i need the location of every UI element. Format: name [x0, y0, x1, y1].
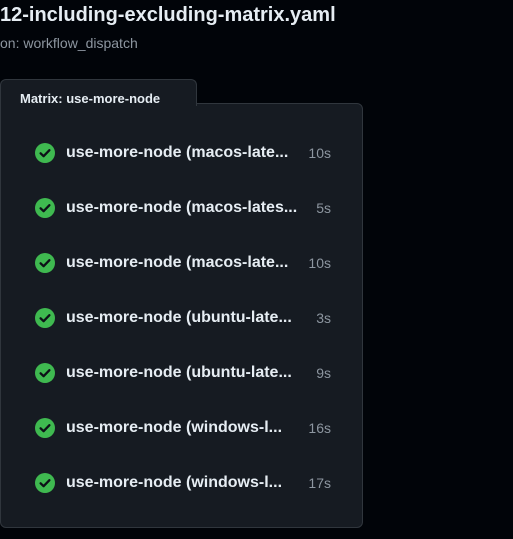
job-row[interactable]: use-more-node (windows-l... 17s [26, 464, 342, 502]
job-duration: 16s [308, 420, 331, 436]
job-row[interactable]: use-more-node (macos-late... 10s [26, 244, 342, 282]
job-name: use-more-node (ubuntu-late... [66, 309, 292, 326]
job-name: use-more-node (macos-late... [66, 254, 289, 271]
job-duration: 5s [316, 200, 331, 216]
job-duration: 17s [308, 475, 331, 491]
job-name: use-more-node (windows-l... [66, 474, 283, 491]
job-duration: 3s [316, 310, 331, 326]
check-circle-fill-icon [35, 363, 55, 383]
check-circle-fill-icon [35, 308, 55, 328]
job-duration: 10s [308, 255, 331, 271]
job-duration: 10s [308, 145, 331, 161]
job-row[interactable]: use-more-node (ubuntu-late... 3s [26, 299, 342, 337]
job-name: use-more-node (windows-l... [66, 419, 283, 436]
workflow-trigger: on: workflow_dispatch [0, 35, 138, 51]
job-row[interactable]: use-more-node (windows-l... 16s [26, 409, 342, 447]
job-name: use-more-node (ubuntu-late... [66, 364, 292, 381]
job-row[interactable]: use-more-node (macos-lates... 5s [26, 189, 342, 227]
job-row[interactable]: use-more-node (ubuntu-late... 9s [26, 354, 342, 392]
workflow-title: 12-including-excluding-matrix.yaml [0, 4, 336, 26]
job-duration: 9s [316, 365, 331, 381]
check-circle-fill-icon [35, 473, 55, 493]
check-circle-fill-icon [35, 418, 55, 438]
check-circle-fill-icon [35, 143, 55, 163]
job-row[interactable]: use-more-node (macos-late... 10s [26, 134, 342, 172]
check-circle-fill-icon [35, 198, 55, 218]
matrix-label: Matrix: use-more-node [20, 91, 161, 106]
check-circle-fill-icon [35, 253, 55, 273]
job-name: use-more-node (macos-lates... [66, 199, 298, 216]
job-name: use-more-node (macos-late... [66, 144, 289, 161]
